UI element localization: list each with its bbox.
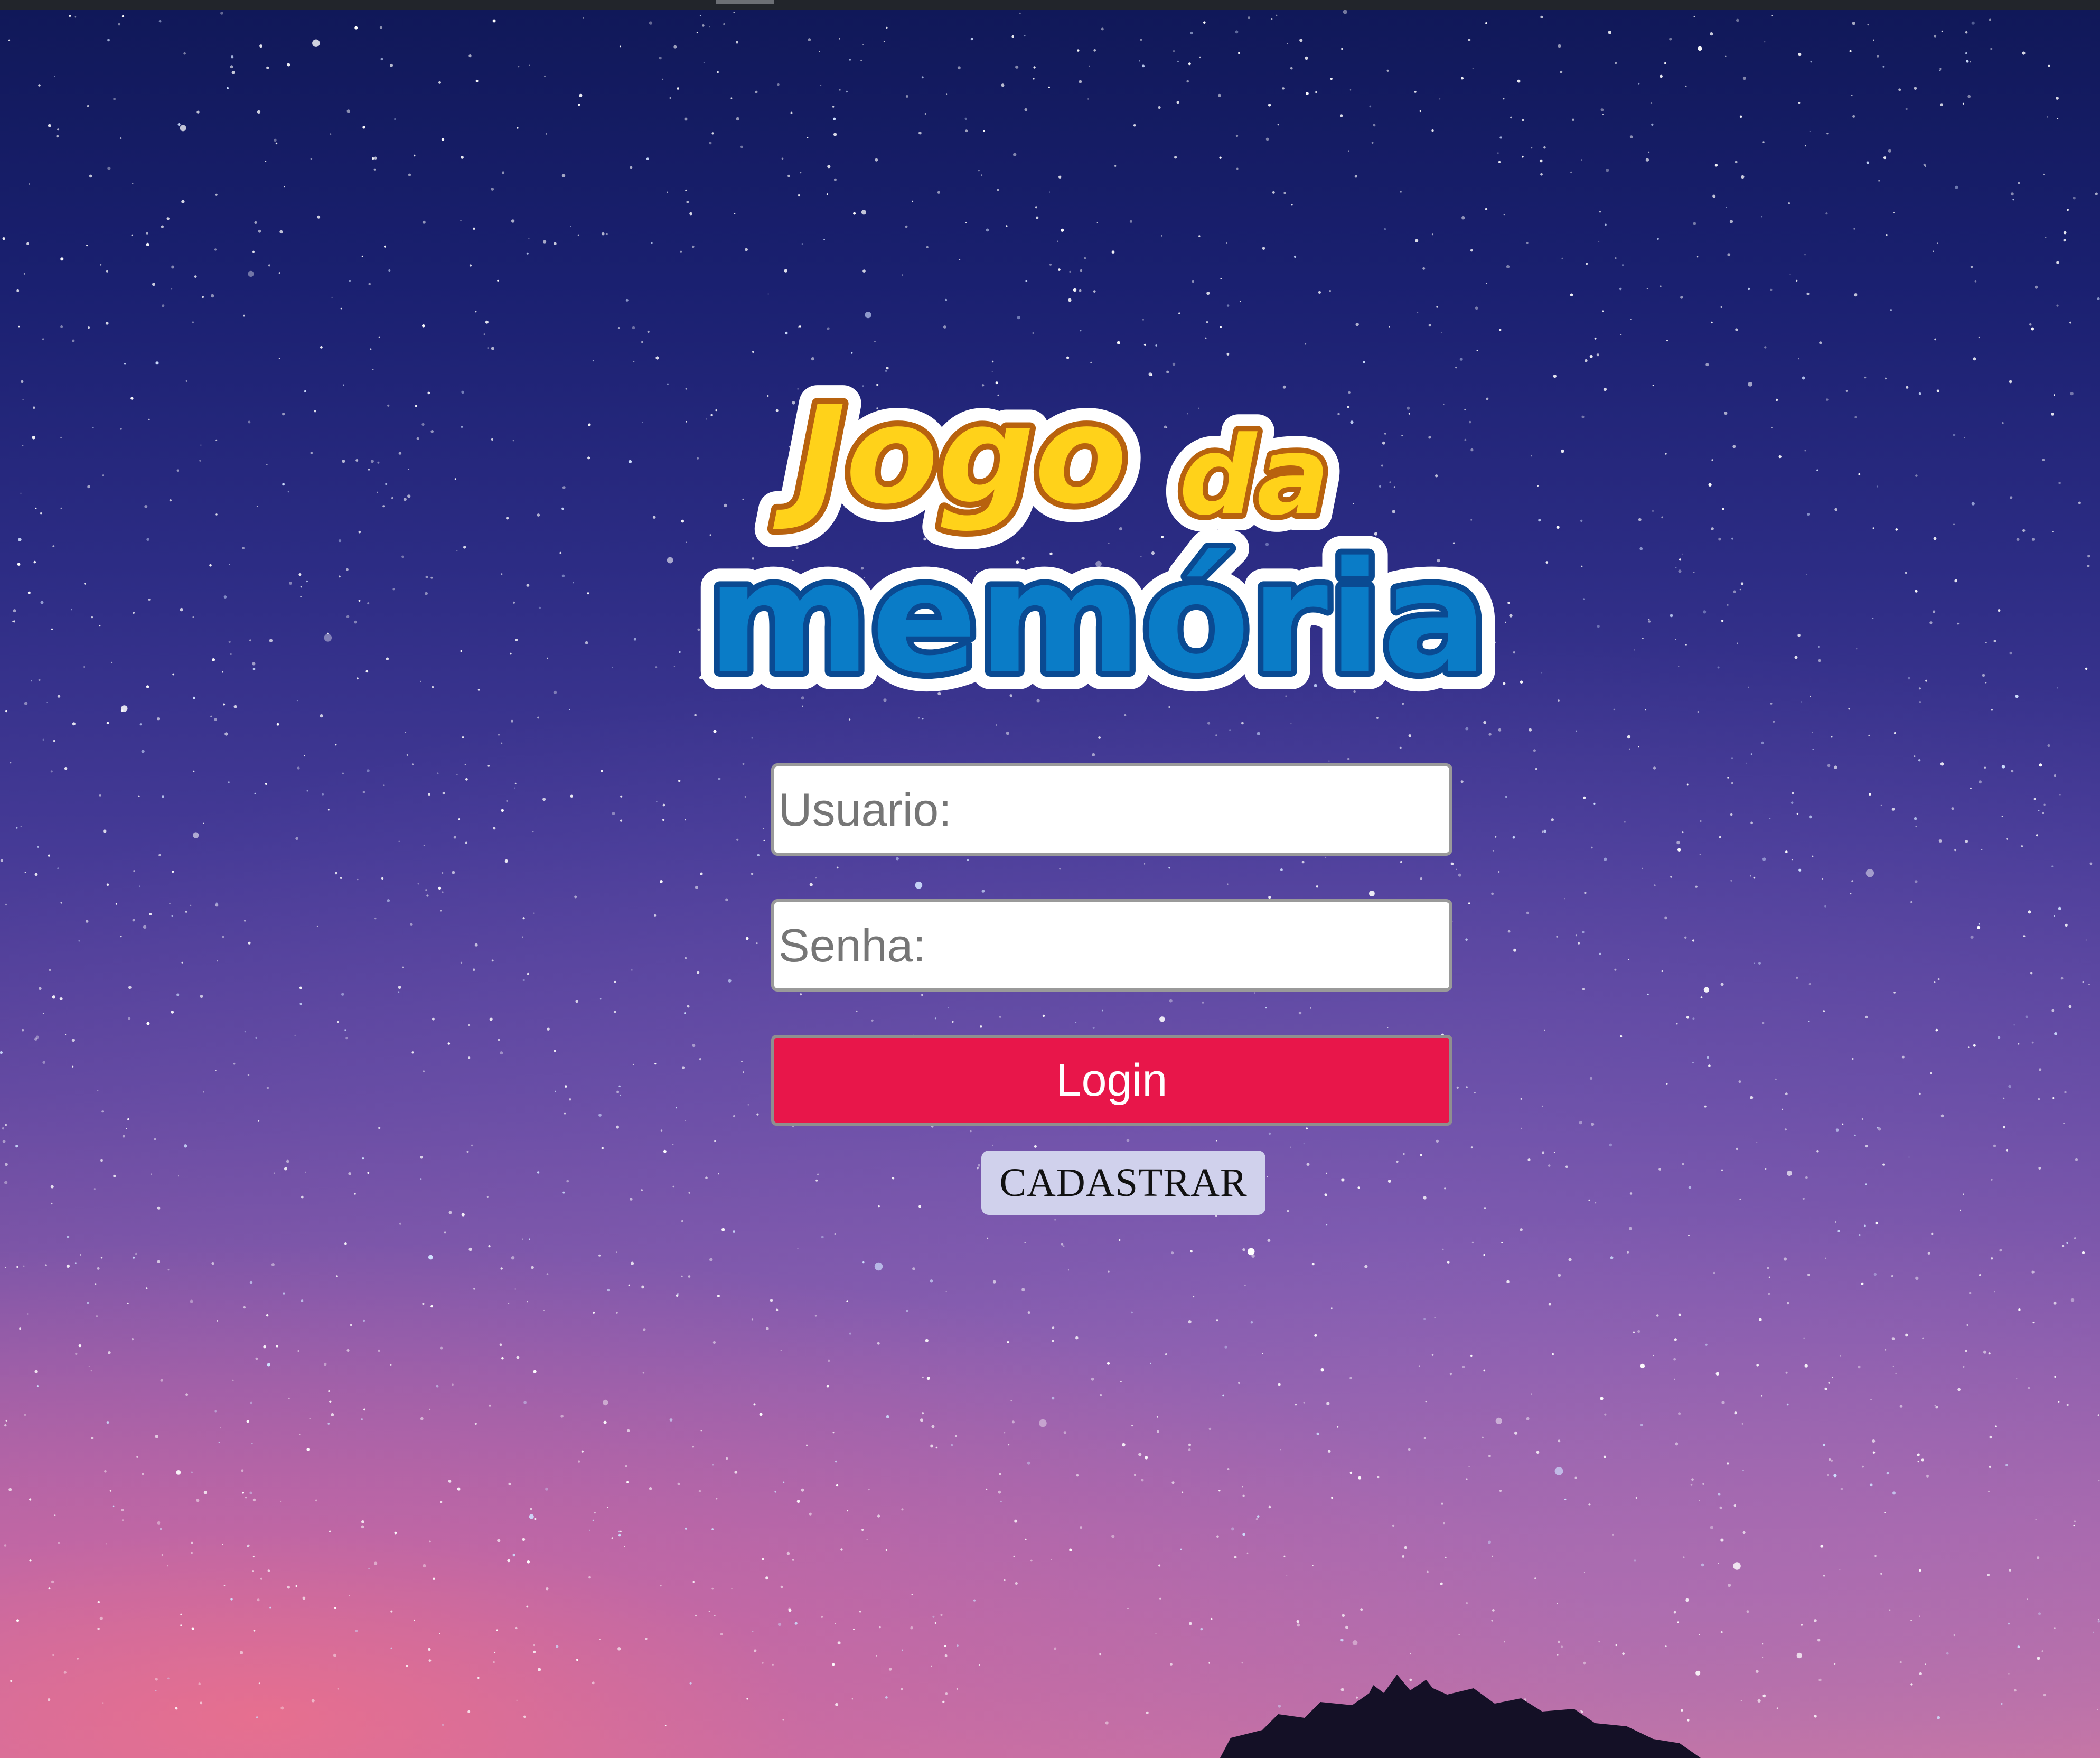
username-input[interactable] [771, 763, 1452, 856]
window-top-bar [0, 0, 2100, 10]
login-form: Login [771, 763, 1452, 1126]
logo-word-jogo: Jogo [773, 377, 1127, 534]
logo-word-memoria: memória [707, 529, 1488, 707]
jogo-da-memoria-logo: Jogo Jogo da da memória memória [688, 359, 1507, 708]
window-tab-indicator [716, 0, 774, 4]
register-button[interactable]: CADASTRAR [981, 1151, 1265, 1215]
logo-word-da: da [1179, 414, 1329, 539]
password-input[interactable] [771, 899, 1452, 992]
login-button[interactable]: Login [771, 1035, 1452, 1126]
